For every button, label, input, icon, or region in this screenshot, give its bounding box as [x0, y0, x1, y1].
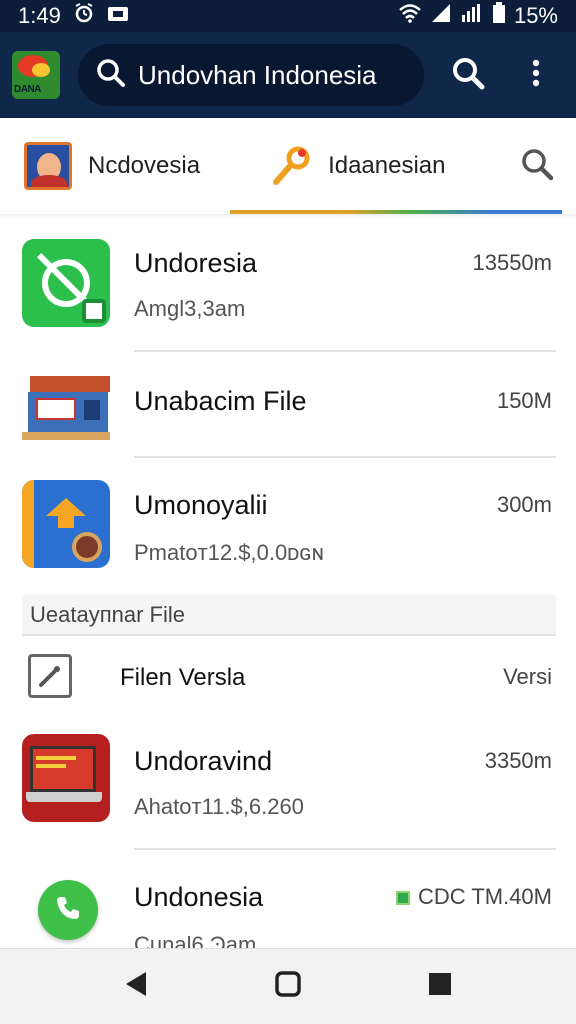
back-button[interactable]: [112, 963, 160, 1011]
list-item[interactable]: Undonesia Cunal6 Ͽam CDC TM.40M: [0, 850, 576, 948]
signal-2-icon: [460, 3, 484, 29]
recents-button[interactable]: [416, 963, 464, 1011]
item-size: CDC TM.40M: [395, 884, 552, 910]
item-subtitle: Amgl3,3am: [134, 296, 246, 321]
divider: [22, 634, 556, 636]
search-icon: [96, 58, 126, 93]
item-size: 3350m: [484, 748, 552, 773]
file-version-value[interactable]: Versi: [503, 664, 552, 690]
back-icon: [124, 970, 148, 1003]
app-logo-text: DANA: [14, 84, 41, 95]
item-title: Undonesia: [134, 882, 264, 912]
item-title: Umonoyalii: [134, 490, 268, 520]
home-button[interactable]: [264, 963, 312, 1011]
search-icon: [520, 147, 554, 186]
list-item[interactable]: Umonoyalii Pmatoт12.$,0.0ᴅɢɴ 300m: [0, 458, 576, 584]
search-query: Undovhan Indonesia: [138, 59, 377, 90]
more-vert-icon: [531, 58, 541, 93]
tab-avatar-icon: [24, 142, 72, 190]
item-subtitle: Ahatoт11.$,6.260: [134, 794, 304, 819]
search-button[interactable]: [446, 53, 490, 97]
size-badge-icon: [395, 891, 410, 906]
tab-idaanesian[interactable]: Idaanesian: [268, 144, 446, 188]
item-title: Undoresia: [134, 248, 258, 278]
tab-ncdovesia[interactable]: Ncdovesia: [24, 142, 200, 190]
alarm-icon: [73, 2, 95, 30]
system-nav-bar: [0, 948, 576, 1024]
wifi-icon: [398, 3, 422, 29]
recents-icon: [427, 971, 453, 1002]
item-size: 300m: [496, 492, 552, 517]
cast-icon: [107, 3, 129, 29]
phone-icon: [54, 894, 82, 927]
list-item[interactable]: Undoresia Amgl3,3am 13550m: [0, 214, 576, 352]
tab-label: Idaanesian: [328, 152, 446, 179]
tab-bar: Ncdovesia Idaanesian: [0, 118, 576, 214]
app-bar: DANA Undovhan Indonesia: [0, 32, 576, 118]
search-bar[interactable]: Undovhan Indonesia: [78, 44, 424, 106]
app-logo[interactable]: DANA: [12, 51, 60, 99]
file-list: Undoresia Amgl3,3am 13550m Unabacim File…: [0, 214, 576, 948]
item-size: 150M: [496, 388, 552, 413]
signal-icon: [430, 3, 452, 29]
battery-icon: [492, 2, 506, 30]
laptop-icon: [22, 734, 110, 822]
tool-icon[interactable]: [28, 654, 72, 698]
list-item[interactable]: Undoravind Ahatoт11.$,6.260 3350m: [0, 714, 576, 850]
item-title: Undoravind: [134, 746, 273, 776]
search-icon: [451, 56, 485, 95]
tab-label: Ncdovesia: [88, 152, 201, 179]
book-icon: [22, 480, 110, 568]
item-title: Unabacim File: [134, 386, 307, 416]
item-subtitle: Cunal6 Ͽam: [134, 932, 257, 948]
list-item[interactable]: Unabacim File 150M: [0, 352, 576, 458]
status-bar: 1:49 15%: [0, 0, 576, 32]
tab-search-button[interactable]: [520, 147, 554, 186]
file-version-title: Filen Versla: [120, 664, 246, 691]
key-icon: [268, 144, 312, 188]
item-size-text: CDC TM.40M: [417, 884, 552, 909]
section-header: Ueatayпnar File: [22, 594, 556, 636]
home-icon: [274, 970, 302, 1003]
more-options-button[interactable]: [524, 53, 548, 97]
phone-app-icon: [22, 862, 110, 948]
item-size: 13550m: [472, 250, 552, 275]
battery-percent: 15%: [513, 3, 558, 28]
building-icon: [22, 362, 110, 450]
whatsapp-icon: [22, 239, 110, 327]
item-subtitle: Pmatoт12.$,0.0ᴅɢɴ: [134, 540, 324, 565]
status-time: 1:49: [18, 3, 61, 28]
